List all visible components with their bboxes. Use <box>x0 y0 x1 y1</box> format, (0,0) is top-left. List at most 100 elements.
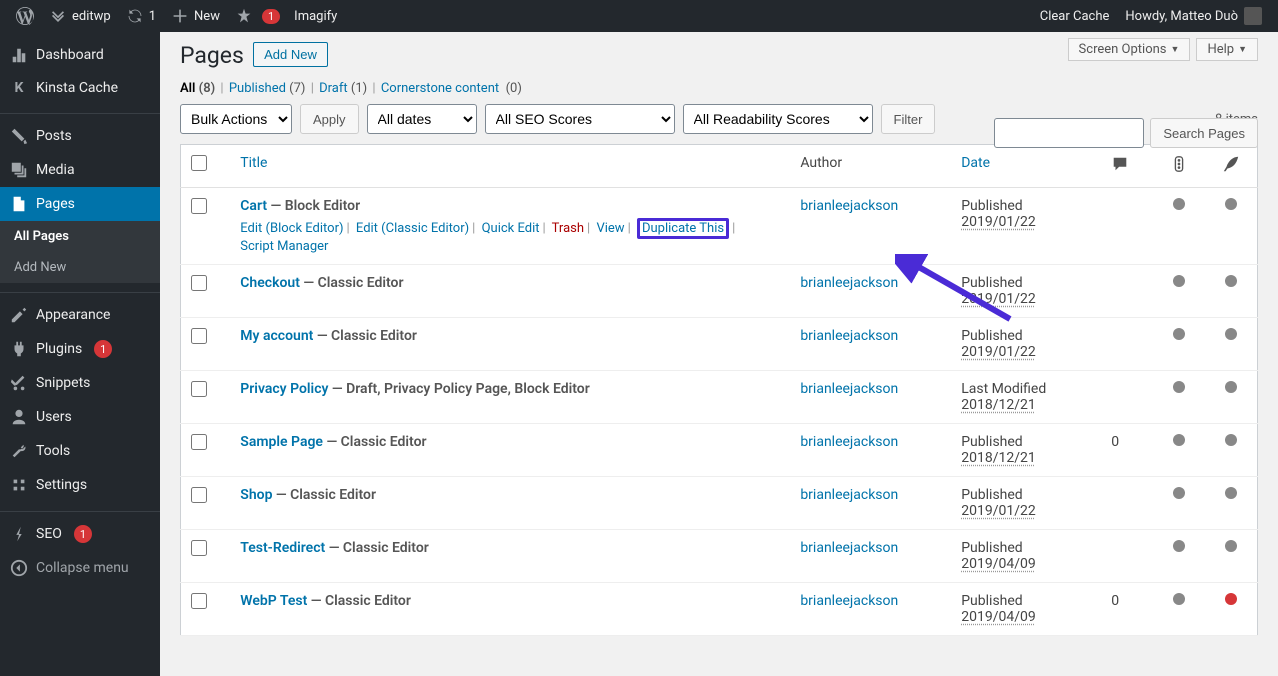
column-author: Author <box>790 145 951 188</box>
author-link[interactable]: brianleejackson <box>800 593 898 609</box>
page-title-link[interactable]: Checkout <box>240 275 300 291</box>
seo-dot <box>1173 381 1185 393</box>
comments-count <box>1101 188 1153 265</box>
page-title-link[interactable]: Sample Page <box>240 434 323 450</box>
action-edit-classic[interactable]: Edit (Classic Editor) <box>356 221 469 236</box>
action-script-manager[interactable]: Script Manager <box>240 239 328 254</box>
filter-button[interactable]: Filter <box>881 104 936 134</box>
page-title-link[interactable]: WebP Test <box>240 593 307 609</box>
page-title-link[interactable]: Privacy Policy <box>240 381 328 397</box>
row-checkbox[interactable] <box>191 198 207 214</box>
row-checkbox[interactable] <box>191 540 207 556</box>
row-checkbox[interactable] <box>191 275 207 291</box>
clear-cache[interactable]: Clear Cache <box>1032 0 1118 32</box>
action-quick-edit[interactable]: Quick Edit <box>482 221 540 236</box>
bulk-actions-select[interactable]: Bulk Actions <box>180 104 292 134</box>
row-checkbox[interactable] <box>191 381 207 397</box>
view-draft[interactable]: Draft (1) <box>319 81 367 96</box>
row-actions: Edit (Block Editor)| Edit (Classic Edito… <box>240 218 780 254</box>
sidebar-subitem-all-pages[interactable]: All Pages <box>0 221 160 252</box>
dates-select[interactable]: All dates <box>367 104 477 134</box>
sidebar-item-kinsta[interactable]: KKinsta Cache <box>0 72 160 104</box>
column-seo[interactable] <box>1153 145 1205 188</box>
seo-dot <box>1173 540 1185 552</box>
readability-dot <box>1225 381 1237 393</box>
refresh[interactable]: 1 <box>119 0 164 32</box>
view-cornerstone[interactable]: Cornerstone content (0) <box>381 81 522 96</box>
readability-select[interactable]: All Readability Scores <box>683 104 873 134</box>
seo-dot <box>1173 275 1185 287</box>
column-title[interactable]: Title <box>230 145 790 188</box>
sidebar-item-plugins[interactable]: Plugins1 <box>0 332 160 366</box>
author-link[interactable]: brianleejackson <box>800 540 898 556</box>
table-row: WebP Test — Classic Editor brianleejacks… <box>181 583 1258 636</box>
view-published[interactable]: Published (7) <box>229 81 306 96</box>
row-checkbox[interactable] <box>191 328 207 344</box>
chevron-down-icon: ▼ <box>1238 44 1247 55</box>
imagify-badge: 1 <box>262 9 280 24</box>
page-title-link[interactable]: Test-Redirect <box>240 540 325 556</box>
row-checkbox[interactable] <box>191 434 207 450</box>
help-button[interactable]: Help▼ <box>1196 38 1258 61</box>
author-link[interactable]: brianleejackson <box>800 434 898 450</box>
sidebar-subitem-add-new[interactable]: Add New <box>0 252 160 283</box>
sidebar-item-snippets[interactable]: Snippets <box>0 366 160 400</box>
sidebar-item-users[interactable]: Users <box>0 400 160 434</box>
view-all[interactable]: All (8) <box>180 81 215 96</box>
main-content: Screen Options▼ Help▼ Pages Add New All … <box>160 32 1278 676</box>
action-view[interactable]: View <box>596 221 624 236</box>
sidebar-collapse[interactable]: Collapse menu <box>0 551 160 585</box>
table-row: Cart — Block Editor Edit (Block Editor)|… <box>181 188 1258 265</box>
page-title-link[interactable]: Cart <box>240 198 267 214</box>
row-checkbox[interactable] <box>191 593 207 609</box>
author-link[interactable]: brianleejackson <box>800 275 898 291</box>
date-label: Last Modified <box>961 381 1046 397</box>
row-checkbox[interactable] <box>191 487 207 503</box>
page-title-link[interactable]: Shop <box>240 487 272 503</box>
site-name[interactable]: editwp <box>42 0 119 32</box>
wp-logo[interactable] <box>8 0 42 32</box>
author-link[interactable]: brianleejackson <box>800 328 898 344</box>
screen-options-button[interactable]: Screen Options▼ <box>1068 38 1191 61</box>
search-input[interactable] <box>994 118 1144 148</box>
action-trash[interactable]: Trash <box>552 221 584 236</box>
readability-dot <box>1225 540 1237 552</box>
author-link[interactable]: brianleejackson <box>800 487 898 503</box>
sidebar-item-tools[interactable]: Tools <box>0 434 160 468</box>
new-label: New <box>194 9 220 24</box>
action-duplicate[interactable]: Duplicate This <box>642 221 724 236</box>
apply-button[interactable]: Apply <box>300 104 359 134</box>
new-content[interactable]: New <box>164 0 228 32</box>
select-all-checkbox[interactable] <box>191 155 207 171</box>
readability-dot <box>1225 275 1237 287</box>
author-link[interactable]: brianleejackson <box>800 381 898 397</box>
view-filters: All (8) | Published (7) | Draft (1) | Co… <box>180 81 1258 96</box>
page-title-link[interactable]: My account <box>240 328 313 344</box>
add-new-button[interactable]: Add New <box>253 42 328 67</box>
search-pages-button[interactable]: Search Pages <box>1150 118 1258 148</box>
column-comments[interactable] <box>1101 145 1153 188</box>
imagify[interactable]: 1Imagify <box>228 0 345 32</box>
column-date[interactable]: Date <box>951 145 1101 188</box>
action-edit-block[interactable]: Edit (Block Editor) <box>240 221 343 236</box>
sidebar-item-settings[interactable]: Settings <box>0 468 160 502</box>
sidebar-item-pages[interactable]: Pages <box>0 187 160 221</box>
howdy-user[interactable]: Howdy, Matteo Duò <box>1117 0 1270 32</box>
author-link[interactable]: brianleejackson <box>800 198 898 214</box>
search-box: Search Pages <box>994 118 1258 148</box>
date-label: Published <box>961 434 1022 450</box>
sidebar-item-seo[interactable]: SEO1 <box>0 517 160 551</box>
table-row: Checkout — Classic Editor brianleejackso… <box>181 265 1258 318</box>
post-state: — Classic Editor <box>313 328 417 344</box>
sidebar-item-appearance[interactable]: Appearance <box>0 298 160 332</box>
date-value: 2018/12/21 <box>961 450 1036 466</box>
seo-scores-select[interactable]: All SEO Scores <box>485 104 675 134</box>
post-state: — Classic Editor <box>323 434 427 450</box>
sidebar-item-posts[interactable]: Posts <box>0 119 160 153</box>
comment-icon <box>1111 155 1129 173</box>
date-value: 2019/01/22 <box>961 344 1036 360</box>
sidebar-item-media[interactable]: Media <box>0 153 160 187</box>
comments-count <box>1101 265 1153 318</box>
column-readability[interactable] <box>1205 145 1258 188</box>
sidebar-item-dashboard[interactable]: Dashboard <box>0 38 160 72</box>
